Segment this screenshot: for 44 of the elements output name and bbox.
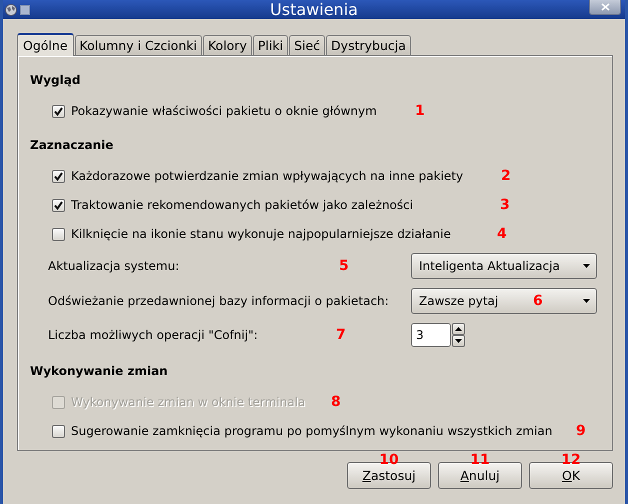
caret-icon [583,264,590,268]
spin-field[interactable]: 3 [411,323,451,347]
up-arrow-icon [455,327,462,331]
checkbox-label: Sugerowanie zamknięcia programu po pomyślnym wykonaniu wszystkich zmian [71,424,552,438]
checkbox-label: Pokazywanie właściwości pakietu o oknie głównym [71,104,377,118]
globe-icon [5,4,17,16]
tab[interactable]: Dystrybucja [326,35,411,55]
close-button[interactable] [589,0,621,15]
annotation-number: 4 [497,226,507,242]
down-arrow-icon [455,339,462,343]
annotation-number: 8 [331,394,341,410]
checkbox[interactable] [52,170,65,182]
checkbox-label: Kilknięcie na ikonie stanu wykonuje najpopularniejsze działanie [71,227,451,241]
field-label: Odświeżanie przedawnionej bazy informacji o pakietach: [48,294,389,308]
caret-icon [583,299,590,303]
checkbox[interactable] [52,104,65,118]
checkbox[interactable] [52,228,65,240]
field-label: Liczba możliwych operacji "Cofnij": [48,328,258,342]
tab[interactable]: Pliki [252,35,288,55]
close-icon [600,3,610,11]
tab[interactable]: Ogólne [17,33,74,56]
checkbox[interactable] [52,198,65,212]
annotation-number: 6 [533,293,543,309]
tab[interactable]: Kolory [202,35,252,55]
window-menu-icon[interactable] [20,4,30,14]
window-title: Ustawienia [270,0,358,19]
section-heading: Zaznaczanie [29,137,114,153]
annotation-number: 7 [336,327,346,343]
annotation-number: 1 [415,103,425,119]
checkbox[interactable] [52,424,65,438]
annotation-number: 9 [576,423,586,439]
dropdown[interactable]: Inteligenta Aktualizacja [411,253,597,279]
annotation-number: 3 [500,197,510,213]
tab[interactable]: Sieć [289,35,326,55]
checkbox-label: Każdorazowe potwierdzanie zmian wpływających na inne pakiety [71,169,464,183]
section-heading: Wygląd [29,72,82,88]
increment-button[interactable] [452,323,465,335]
field-label: Aktualizacja systemu: [48,259,180,273]
annotation-number: 2 [501,168,511,184]
decrement-button[interactable] [452,335,465,347]
section-heading: Wykonywanie zmian [29,363,169,379]
annotation-number: 5 [339,258,349,274]
checkbox-label: Traktowanie rekomendowanych pakietów jako zależności [71,198,414,212]
tab[interactable]: Kolumny i Czcionki [74,35,202,55]
